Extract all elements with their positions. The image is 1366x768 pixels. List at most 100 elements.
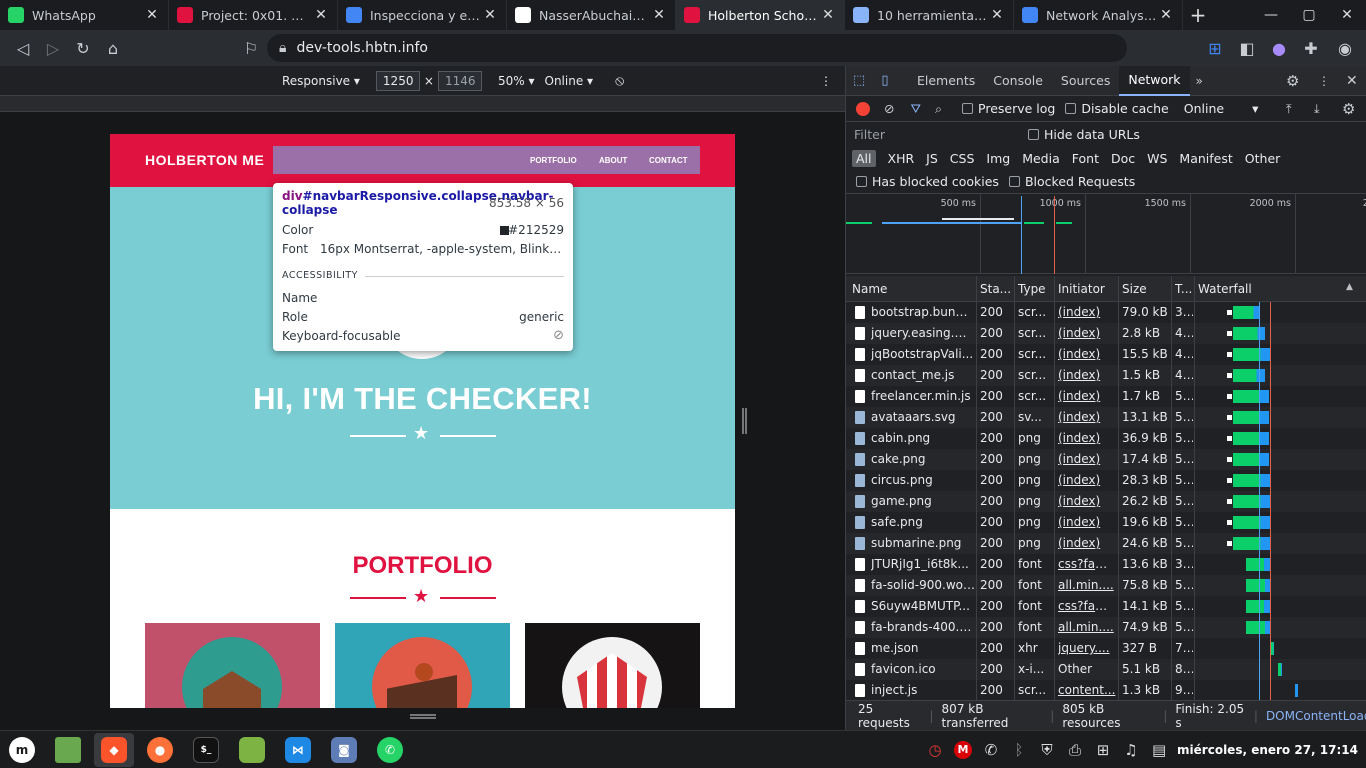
settings-icon[interactable]: ⚙: [1286, 72, 1299, 90]
table-row[interactable]: S6uyw4BMUTP... 200 font css?fam... 14.1 kB 5.…: [846, 596, 1366, 617]
hide-data-urls-checkbox[interactable]: [1028, 128, 1039, 140]
cell-initiator[interactable]: (index): [1058, 452, 1118, 466]
close-tab-icon[interactable]: ✕: [1158, 7, 1174, 23]
device-mode-select[interactable]: Responsive ▾: [282, 74, 360, 88]
close-window-icon[interactable]: ✕: [1328, 0, 1366, 30]
type-filter-js[interactable]: JS: [922, 150, 942, 167]
table-row[interactable]: jqBootstrapVali... 200 scr... (index) 15.5 k…: [846, 344, 1366, 365]
devtools-tab-elements[interactable]: Elements: [908, 66, 984, 96]
network-settings-icon[interactable]: ⚙: [1342, 100, 1355, 118]
cell-initiator[interactable]: (index): [1058, 431, 1118, 445]
nav-link-about[interactable]: ABOUT: [599, 156, 627, 165]
extensions-puzzle-icon[interactable]: ✚: [1296, 33, 1326, 63]
column-header[interactable]: Type: [1018, 282, 1046, 296]
maximize-icon[interactable]: ▢: [1290, 0, 1328, 30]
browser-tab[interactable]: Project: 0x01. Deve ✕: [169, 0, 338, 30]
cell-initiator[interactable]: (index): [1058, 326, 1118, 340]
browser-tab[interactable]: NasserAbuchaibe/✕: [507, 0, 676, 30]
portfolio-card-circus[interactable]: [525, 623, 700, 708]
cell-initiator[interactable]: all.min....: [1058, 578, 1118, 592]
back-icon[interactable]: ◁: [8, 33, 38, 63]
navbar-collapse-highlight[interactable]: [273, 146, 700, 174]
user-profile-icon[interactable]: ◉: [1330, 33, 1360, 63]
search-icon[interactable]: ⌕: [935, 101, 942, 117]
cell-initiator[interactable]: css?fam...: [1058, 599, 1118, 613]
table-row[interactable]: freelancer.min.js 200 scr... (index) 1.7 kB 5…: [846, 386, 1366, 407]
close-tab-icon[interactable]: ✕: [820, 7, 836, 23]
rotate-icon[interactable]: ⦸: [615, 73, 624, 89]
type-filter-css[interactable]: CSS: [946, 150, 979, 167]
firefox-icon[interactable]: ●: [140, 733, 180, 767]
new-tab-icon[interactable]: +: [1183, 0, 1213, 30]
table-row[interactable]: JTURjIg1_i6t8k... 200 font css?fam... 13.6 k…: [846, 554, 1366, 575]
browser-tab[interactable]: 10 herramientas pa ✕: [845, 0, 1014, 30]
cell-initiator[interactable]: css?fam...: [1058, 557, 1118, 571]
column-separator[interactable]: [1194, 276, 1195, 700]
browser-tab[interactable]: Network Analysis R ✕: [1014, 0, 1183, 30]
type-filter-ws[interactable]: WS: [1143, 150, 1171, 167]
close-devtools-icon[interactable]: ✕: [1346, 73, 1358, 89]
column-header[interactable]: Size: [1122, 282, 1147, 296]
table-row[interactable]: submarine.png 200 png (index) 24.6 kB 5...: [846, 533, 1366, 554]
portfolio-card-cake[interactable]: [335, 623, 510, 708]
table-row[interactable]: cake.png 200 png (index) 17.4 kB 5...: [846, 449, 1366, 470]
extension-badge-icon[interactable]: ●: [1264, 33, 1294, 63]
terminal-icon[interactable]: $_: [186, 733, 226, 767]
printer-icon[interactable]: ⎙: [1061, 741, 1089, 759]
resize-handle-right[interactable]: [742, 408, 747, 434]
close-tab-icon[interactable]: ✕: [482, 7, 498, 23]
minimize-icon[interactable]: —: [1252, 0, 1290, 30]
mega-icon[interactable]: M: [949, 740, 977, 759]
home-icon[interactable]: ⌂: [98, 33, 128, 63]
table-row[interactable]: cabin.png 200 png (index) 36.9 kB 5...: [846, 428, 1366, 449]
browser-tab[interactable]: Holberton School - ✕: [676, 0, 845, 30]
blocked-requests-checkbox[interactable]: [1008, 176, 1020, 187]
import-har-icon[interactable]: ⤒: [1286, 101, 1292, 117]
viewport-width-input[interactable]: 1250: [375, 70, 420, 91]
devtools-tab-sources[interactable]: Sources: [1052, 66, 1119, 96]
column-header[interactable]: Initiator: [1058, 282, 1105, 296]
export-har-icon[interactable]: ⤓: [1314, 101, 1320, 117]
type-filter-manifest[interactable]: Manifest: [1175, 150, 1236, 167]
table-row[interactable]: circus.png 200 png (index) 28.3 kB 5...: [846, 470, 1366, 491]
translate-icon[interactable]: ⊞: [1200, 33, 1230, 63]
forward-icon[interactable]: ▷: [38, 33, 68, 63]
nav-link-contact[interactable]: CONTACT: [649, 156, 688, 165]
resize-handle-bottom[interactable]: [410, 714, 436, 719]
nav-link-portfolio[interactable]: PORTFOLIO: [530, 156, 577, 165]
table-row[interactable]: safe.png 200 png (index) 19.6 kB 5...: [846, 512, 1366, 533]
table-row[interactable]: me.json 200 xhr jquery.... 327 B 7...: [846, 638, 1366, 659]
column-separator[interactable]: [1054, 276, 1055, 700]
record-icon[interactable]: [856, 101, 870, 116]
filter-funnel-icon[interactable]: ⛛: [910, 101, 921, 117]
devtools-menu-icon[interactable]: ⋮: [1318, 74, 1330, 88]
column-separator[interactable]: [1171, 276, 1172, 700]
bookmark-icon[interactable]: ⚐: [236, 33, 266, 63]
address-bar[interactable]: 🔒︎ dev-tools.hbtn.info: [267, 34, 1127, 62]
mint-menu-icon[interactable]: m: [2, 733, 42, 767]
type-filter-other[interactable]: Other: [1241, 150, 1285, 167]
timer-icon[interactable]: ◷: [921, 741, 949, 759]
zoom-select[interactable]: 50% ▾: [498, 74, 535, 88]
camera-icon[interactable]: ◙: [324, 733, 364, 767]
table-row[interactable]: fa-solid-900.woff2 200 font all.min.... 75.8…: [846, 575, 1366, 596]
cell-initiator[interactable]: jquery....: [1058, 641, 1118, 655]
type-filter-doc[interactable]: Doc: [1107, 150, 1139, 167]
close-tab-icon[interactable]: ✕: [989, 7, 1005, 23]
cell-initiator[interactable]: (index): [1058, 410, 1118, 424]
browser-tab[interactable]: WhatsApp ✕: [0, 0, 169, 30]
cell-initiator[interactable]: (index): [1058, 473, 1118, 487]
column-separator[interactable]: [976, 276, 977, 700]
cell-initiator[interactable]: (index): [1058, 515, 1118, 529]
cell-initiator[interactable]: Other: [1058, 662, 1118, 676]
blocked-cookies-checkbox[interactable]: [856, 176, 867, 187]
network-icon[interactable]: ⊞: [1089, 741, 1117, 759]
table-row[interactable]: favicon.ico 200 x-i... Other 5.1 kB 8...: [846, 659, 1366, 680]
table-row[interactable]: jquery.easing.mi... 200 scr... (index) 2.8 k…: [846, 323, 1366, 344]
devtools-tab-network[interactable]: Network: [1119, 65, 1190, 96]
media-query-ruler[interactable]: [0, 96, 845, 112]
cell-initiator[interactable]: content...: [1058, 683, 1118, 697]
type-filter-xhr[interactable]: XHR: [884, 150, 919, 167]
preserve-log-checkbox[interactable]: [962, 103, 974, 114]
device-toggle-icon[interactable]: ▯: [872, 73, 898, 88]
